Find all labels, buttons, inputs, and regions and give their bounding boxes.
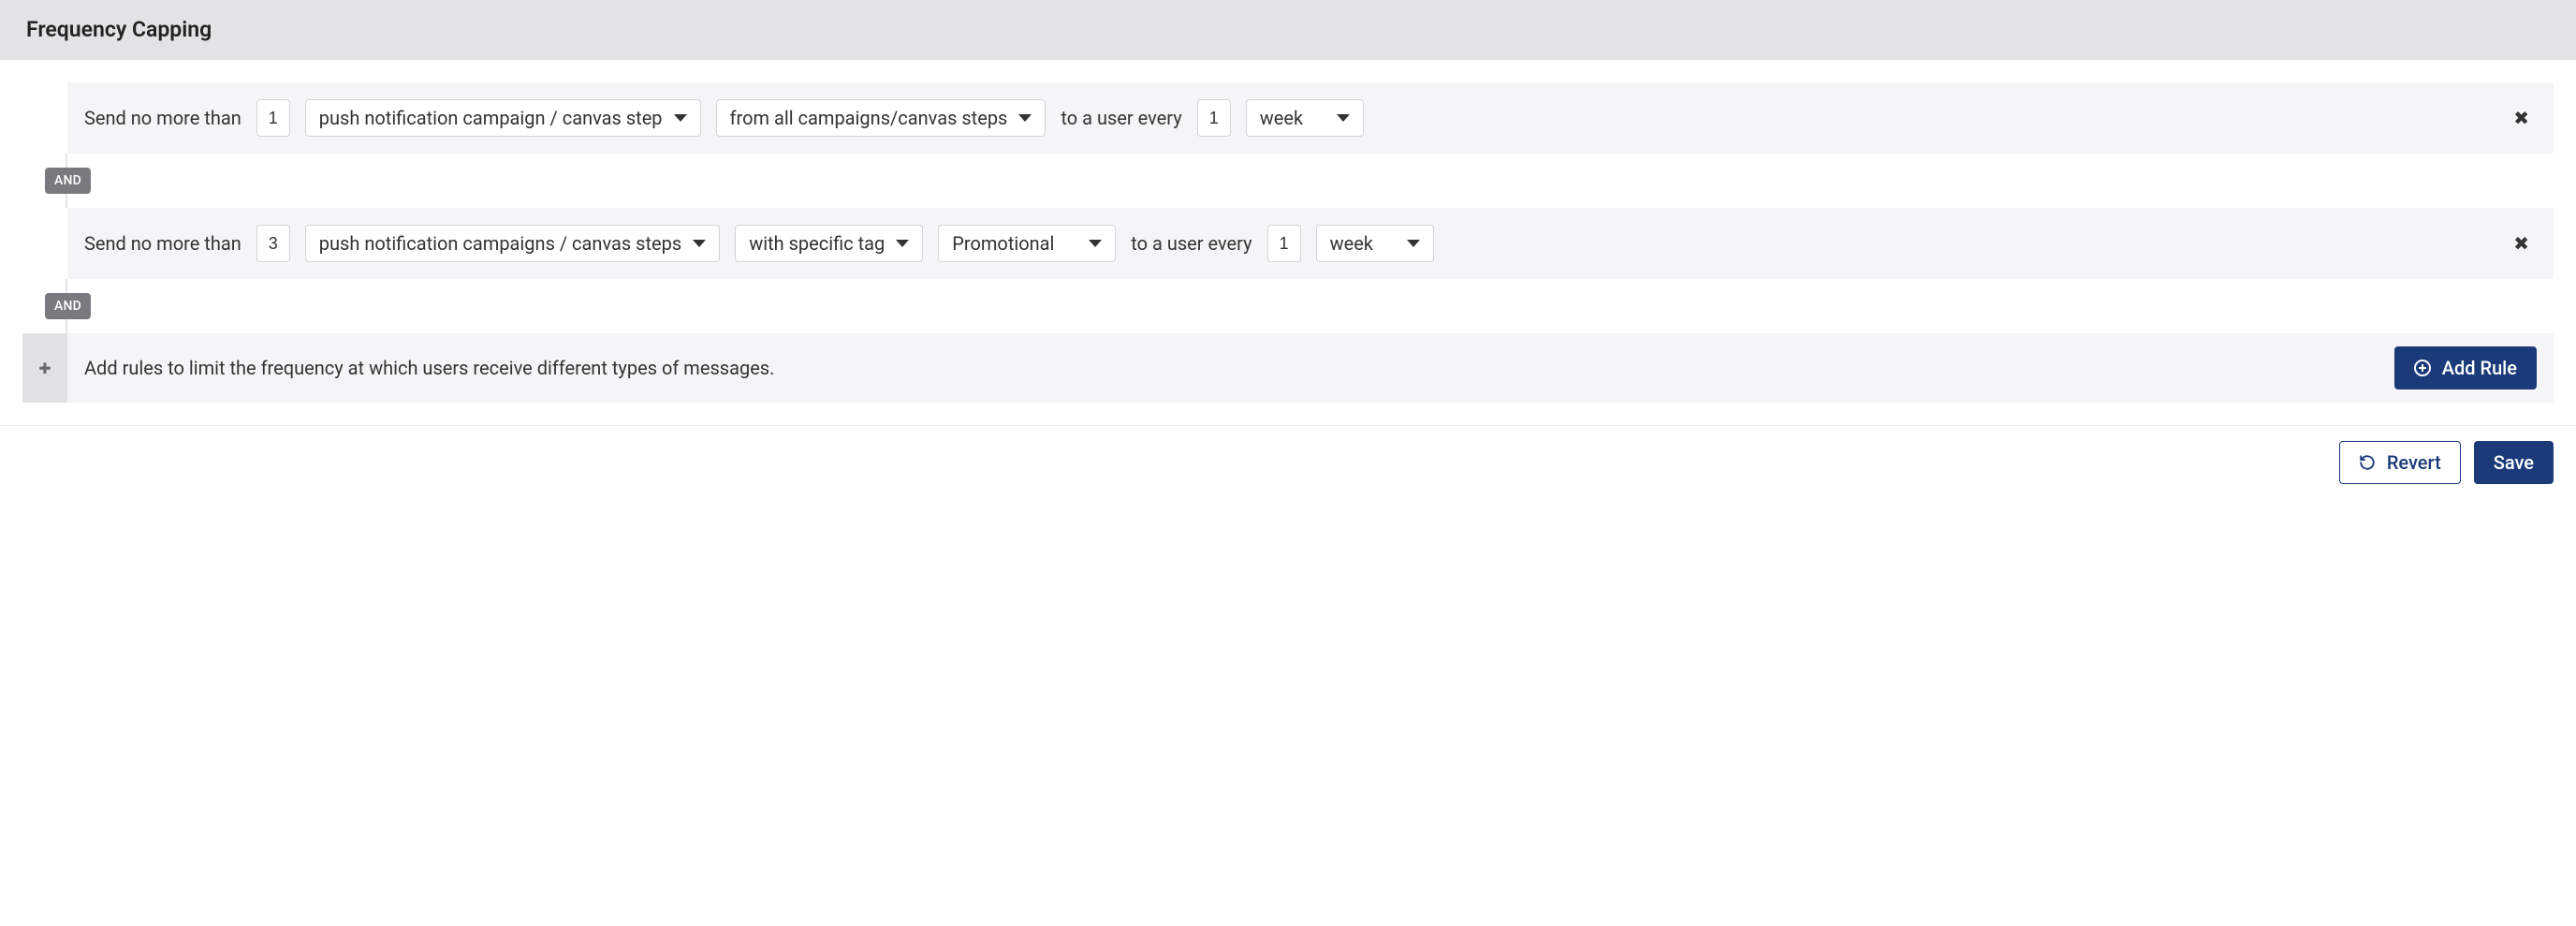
scope-select-value: from all campaigns/canvas steps: [730, 107, 1008, 129]
section-header: Frequency Capping: [0, 0, 2576, 60]
chevron-down-icon: [1089, 240, 1102, 247]
interval-unit-value: week: [1260, 107, 1303, 129]
add-rule-button[interactable]: Add Rule: [2394, 346, 2537, 390]
rule-body: Send no more than push notification camp…: [67, 208, 2554, 279]
remove-rule-button[interactable]: ✖: [2506, 103, 2537, 133]
chevron-down-icon: [1018, 114, 1032, 122]
connector: AND: [22, 279, 2554, 333]
rule-mid-label: to a user every: [1131, 232, 1251, 255]
interval-unit-select[interactable]: week: [1246, 99, 1364, 137]
chevron-down-icon: [896, 240, 909, 247]
interval-unit-select[interactable]: week: [1316, 225, 1434, 262]
rules-container: Send no more than push notification camp…: [0, 60, 2576, 403]
count-input[interactable]: [256, 99, 290, 137]
add-handle: ✚: [22, 333, 67, 403]
scope-select-value: with specific tag: [749, 232, 885, 255]
chevron-down-icon: [674, 114, 687, 122]
channel-select[interactable]: push notification campaigns / canvas ste…: [305, 225, 720, 262]
save-button-label: Save: [2494, 451, 2534, 474]
plus-icon: ✚: [38, 360, 51, 377]
save-button[interactable]: Save: [2474, 441, 2554, 484]
footer-actions: Revert Save: [0, 425, 2576, 507]
revert-button[interactable]: Revert: [2339, 441, 2461, 484]
rule-prefix-label: Send no more than: [84, 232, 242, 255]
channel-select-value: push notification campaign / canvas step: [319, 107, 663, 129]
chevron-down-icon: [1337, 114, 1350, 122]
chevron-down-icon: [693, 240, 706, 247]
remove-rule-button[interactable]: ✖: [2506, 228, 2537, 258]
rule-mid-label: to a user every: [1061, 107, 1181, 129]
interval-unit-value: week: [1330, 232, 1373, 255]
revert-button-label: Revert: [2387, 451, 2441, 474]
channel-select-value: push notification campaigns / canvas ste…: [319, 232, 681, 255]
rule-prefix-label: Send no more than: [84, 107, 242, 129]
scope-select[interactable]: with specific tag: [735, 225, 923, 262]
tag-select-value: Promotional: [952, 232, 1054, 255]
and-badge: AND: [45, 293, 91, 319]
channel-select[interactable]: push notification campaign / canvas step: [305, 99, 701, 137]
add-rule-row: ✚ Add rules to limit the frequency at wh…: [22, 333, 2554, 403]
count-input[interactable]: [256, 225, 290, 262]
plus-circle-icon: [2414, 360, 2431, 376]
add-rule-body: Add rules to limit the frequency at whic…: [67, 333, 2554, 403]
add-rule-hint: Add rules to limit the frequency at whic…: [84, 357, 774, 379]
rule-row: Send no more than push notification camp…: [22, 208, 2554, 279]
add-rule-button-label: Add Rule: [2442, 357, 2517, 379]
scope-select[interactable]: from all campaigns/canvas steps: [716, 99, 1046, 137]
connector: AND: [22, 154, 2554, 208]
page-title: Frequency Capping: [26, 17, 2550, 42]
and-badge: AND: [45, 168, 91, 194]
rule-body: Send no more than push notification camp…: [67, 82, 2554, 154]
rule-row: Send no more than push notification camp…: [22, 82, 2554, 154]
revert-icon: [2359, 454, 2376, 471]
interval-count-input[interactable]: [1267, 225, 1301, 262]
tag-select[interactable]: Promotional: [938, 225, 1116, 262]
interval-count-input[interactable]: [1197, 99, 1231, 137]
chevron-down-icon: [1407, 240, 1420, 247]
